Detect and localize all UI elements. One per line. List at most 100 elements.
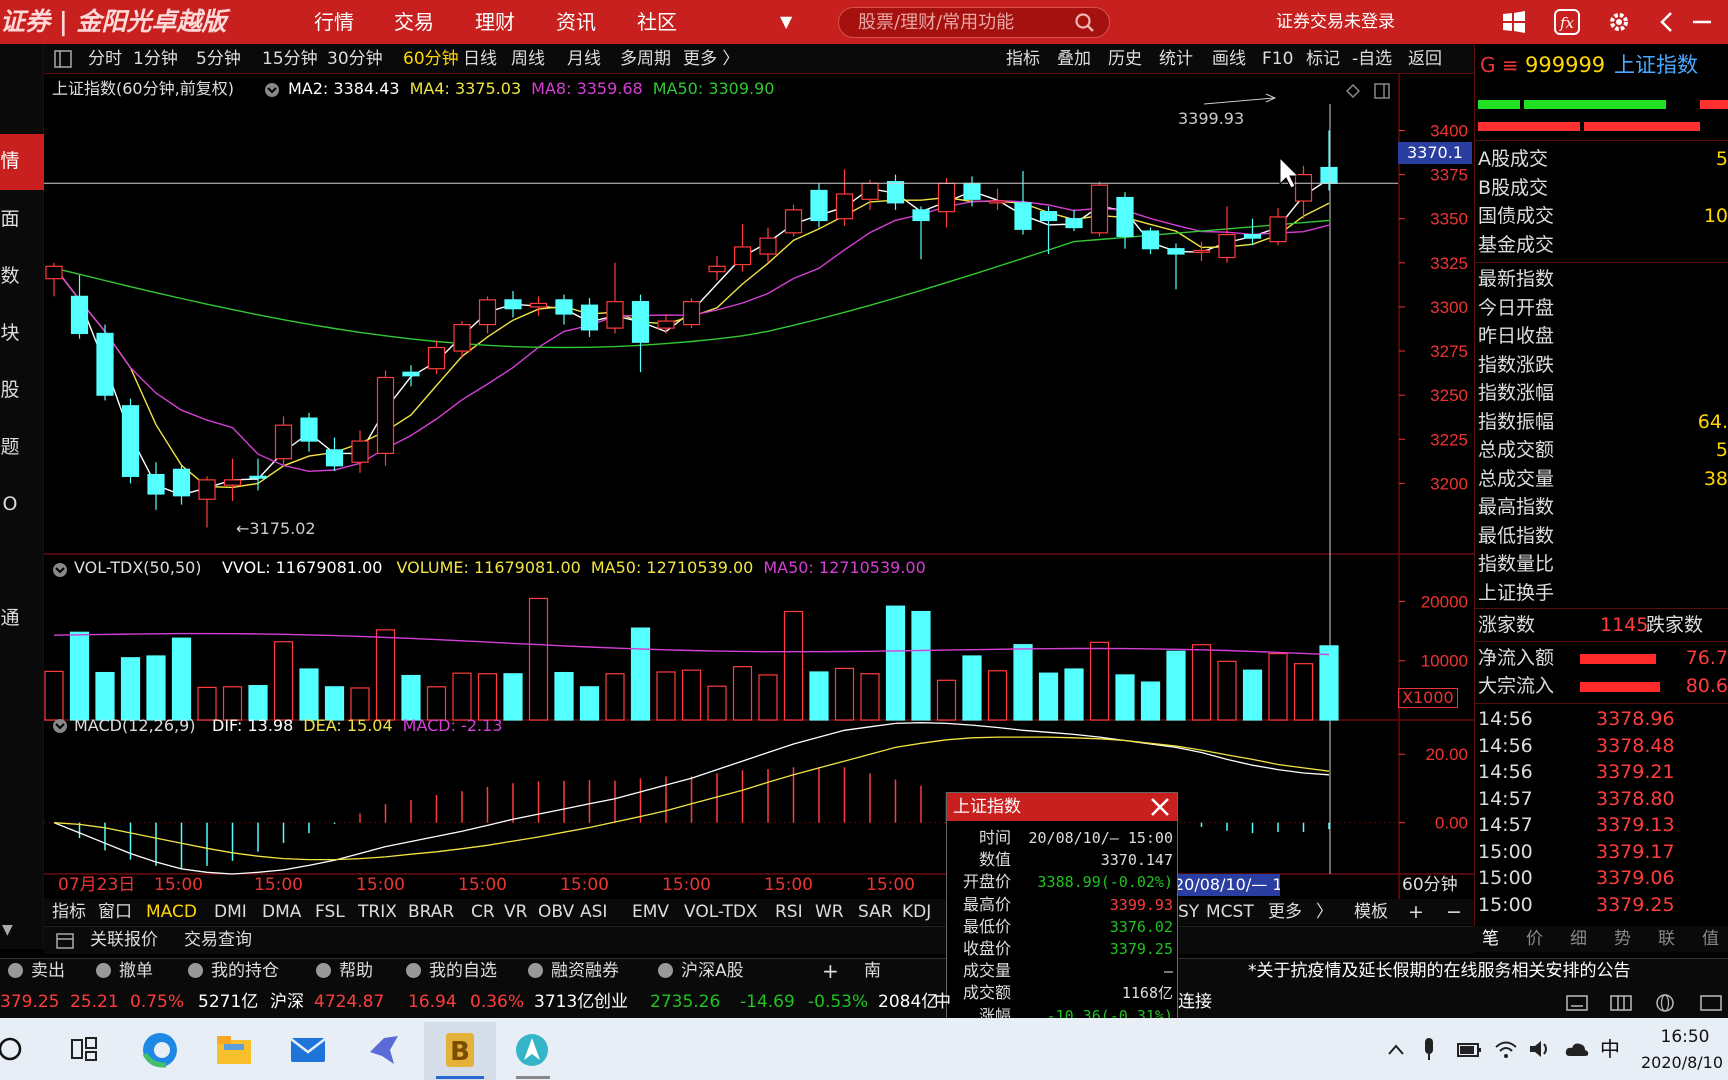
panel-tab[interactable]: 价: [1526, 926, 1543, 952]
trade-button[interactable]: 我的自选: [406, 957, 497, 985]
search-circle-icon[interactable]: [0, 1034, 26, 1064]
edge-browser-icon[interactable]: [140, 1030, 180, 1070]
minimize-icon[interactable]: [1690, 10, 1714, 34]
trading-app-icon[interactable]: B: [440, 1030, 480, 1070]
tab-trade-query[interactable]: 交易查询: [184, 926, 252, 954]
menu-news[interactable]: 资讯: [556, 0, 596, 44]
screen-icon[interactable]: [1700, 994, 1722, 1012]
search-input[interactable]: 股票/理财/常用功能: [858, 7, 1014, 38]
tab-period[interactable]: 周线: [511, 44, 545, 74]
indicator-tab[interactable]: FSL: [315, 899, 345, 925]
indicator-tab[interactable]: SY: [1178, 899, 1199, 925]
template-button[interactable]: 模板: [1354, 899, 1388, 925]
indicator-tab[interactable]: 指标: [52, 899, 86, 925]
back-icon[interactable]: [1655, 10, 1679, 34]
panel-tab[interactable]: 笔: [1482, 926, 1499, 952]
wifi-icon[interactable]: [1494, 1038, 1518, 1060]
tab-period[interactable]: 60分钟: [403, 44, 459, 74]
left-nav-item[interactable]: 面: [0, 204, 20, 234]
close-icon[interactable]: [1149, 796, 1171, 818]
indicator-tab[interactable]: 窗口: [98, 899, 132, 925]
gear-icon[interactable]: [1607, 10, 1631, 34]
microphone-icon[interactable]: [1422, 1036, 1436, 1062]
macd-toggle-icon[interactable]: [52, 718, 68, 734]
indicator-tab[interactable]: SAR: [858, 899, 893, 925]
tray-expand-icon[interactable]: [1386, 1040, 1406, 1060]
panel-tab[interactable]: 势: [1614, 926, 1631, 952]
indicator-tab[interactable]: KDJ: [902, 899, 931, 925]
tab-period[interactable]: 30分钟: [327, 44, 383, 74]
menu-trade[interactable]: 交易: [394, 0, 434, 44]
clock-time[interactable]: 16:50: [1642, 1026, 1728, 1048]
globe-icon[interactable]: [1654, 993, 1676, 1013]
zoom-out-icon[interactable]: −: [1446, 899, 1462, 925]
tool-button[interactable]: 画线: [1212, 44, 1246, 74]
trade-button[interactable]: 沪深A股: [658, 957, 744, 985]
indicator-tab[interactable]: BRAR: [408, 899, 454, 925]
menu-dropdown-icon[interactable]: ▼: [780, 0, 792, 44]
fx-icon[interactable]: fx: [1554, 9, 1580, 35]
panel-tab[interactable]: 细: [1570, 926, 1587, 952]
notice-text[interactable]: *关于抗疫情及延长假期的在线服务相关安排的公告: [1248, 957, 1631, 985]
menu-quotes[interactable]: 行情: [314, 0, 354, 44]
trade-button[interactable]: 撤单: [96, 957, 153, 985]
left-collapse-icon[interactable]: ▼: [2, 922, 13, 938]
tab-period[interactable]: 日线: [463, 44, 497, 74]
menu-community[interactable]: 社区: [637, 0, 677, 44]
mail-icon[interactable]: [288, 1030, 328, 1070]
left-nav-item[interactable]: 通: [0, 603, 20, 633]
tool-button[interactable]: F10: [1262, 44, 1293, 74]
indicator-tab[interactable]: VR: [504, 899, 527, 925]
left-nav-item[interactable]: O: [0, 489, 20, 519]
tool-button[interactable]: 统计: [1159, 44, 1193, 74]
add-tab-button[interactable]: +: [822, 957, 839, 985]
indicator-tab[interactable]: CR: [471, 899, 495, 925]
indicator-tab[interactable]: 更多: [1268, 899, 1302, 925]
panel-tab[interactable]: 联: [1658, 926, 1675, 952]
tab-period[interactable]: 多周期: [620, 44, 671, 74]
indicator-tab[interactable]: OBV: [538, 899, 574, 925]
menu-finance[interactable]: 理财: [475, 0, 515, 44]
indicator-tab[interactable]: MCST: [1206, 899, 1254, 925]
tab-period[interactable]: 15分钟: [262, 44, 318, 74]
tool-button[interactable]: 返回: [1408, 44, 1442, 74]
left-nav-item[interactable]: 题: [0, 432, 20, 462]
login-status[interactable]: 证券交易未登录: [1276, 0, 1395, 44]
clock-date[interactable]: 2020/8/10: [1636, 1052, 1728, 1074]
trade-button[interactable]: 融资融券: [528, 957, 619, 985]
kline-chart[interactable]: 3200 3225 3250 3275 3300 3325 3350 3375 3400 1000…: [44, 74, 1474, 924]
indicator-tab[interactable]: VOL-TDX: [684, 899, 758, 925]
volume-icon[interactable]: [1528, 1038, 1552, 1060]
left-nav-item[interactable]: 情: [0, 146, 20, 176]
tab-period[interactable]: 更多 〉: [683, 44, 739, 74]
tool-button[interactable]: 标记: [1306, 44, 1340, 74]
indicator-tab[interactable]: 〉: [1316, 899, 1333, 925]
keyboard-icon[interactable]: [1566, 994, 1588, 1012]
window-icon[interactable]: [1374, 83, 1390, 99]
windows-icon[interactable]: [1502, 10, 1526, 34]
layout-icon[interactable]: [1610, 994, 1632, 1012]
indicator-tab[interactable]: TRIX: [358, 899, 397, 925]
tab-period[interactable]: 5分钟: [196, 44, 241, 74]
trade-button[interactable]: 帮助: [316, 957, 373, 985]
compass-app-icon[interactable]: [512, 1030, 552, 1070]
tab-south[interactable]: 南: [864, 957, 881, 985]
left-nav-item[interactable]: 数: [0, 261, 20, 291]
indicator-tab[interactable]: RSI: [775, 899, 803, 925]
indicator-tab[interactable]: DMI: [214, 899, 247, 925]
file-explorer-icon[interactable]: [214, 1030, 254, 1070]
indicator-tab[interactable]: EMV: [632, 899, 669, 925]
bird-app-icon[interactable]: [364, 1030, 404, 1070]
cloud-icon[interactable]: [1564, 1040, 1590, 1060]
indicator-tab[interactable]: ASI: [580, 899, 607, 925]
sidebar-toggle-icon[interactable]: [54, 50, 72, 68]
diamond-icon[interactable]: [1346, 84, 1360, 98]
left-nav-item[interactable]: 块: [0, 318, 20, 348]
vol-toggle-icon[interactable]: [52, 562, 68, 578]
indicator-tab[interactable]: WR: [815, 899, 844, 925]
tab-period[interactable]: 1分钟: [133, 44, 178, 74]
search-icon[interactable]: [1074, 12, 1096, 34]
task-view-icon[interactable]: [70, 1036, 98, 1062]
tool-button[interactable]: 指标: [1006, 44, 1040, 74]
indicator-tab[interactable]: DMA: [262, 899, 301, 925]
